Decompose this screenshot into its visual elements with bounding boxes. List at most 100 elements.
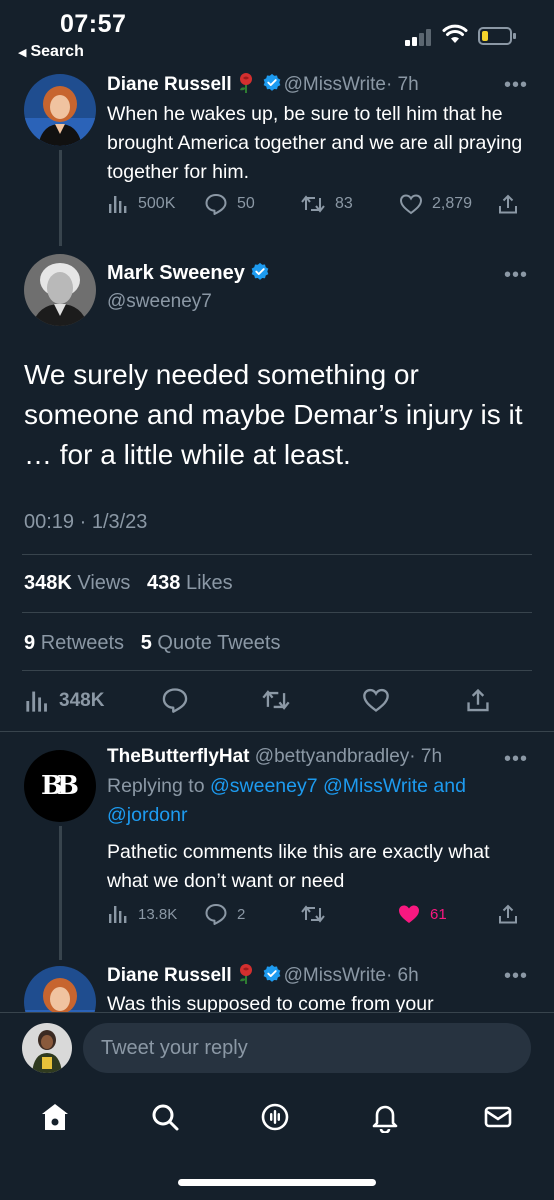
more-options-icon[interactable]: •••	[504, 74, 528, 97]
tweet-age: · 6h	[385, 965, 419, 986]
retweet-icon[interactable]	[261, 687, 291, 713]
main-tweet-timestamp: 00:19 · 1/3/23	[24, 511, 148, 533]
share-button[interactable]	[497, 903, 519, 925]
views-button[interactable]: 500K	[107, 193, 175, 215]
more-options-icon[interactable]: •••	[504, 965, 528, 988]
reply-mentions[interactable]: @sweeney7 @MissWrite and	[210, 775, 466, 797]
tab-search[interactable]	[135, 1100, 195, 1134]
tweet-actions: 500K 50 83 2,879	[107, 193, 527, 219]
avatar-mark-sweeney[interactable]	[24, 254, 96, 326]
retweets-stat-label: Retweets	[40, 632, 125, 654]
views-button[interactable]: 13.8K	[107, 903, 177, 925]
tweet-header: Diane Russell @MissWrite· 7h	[107, 72, 419, 96]
tweet-header: Diane Russell @MissWrite· 6h	[107, 963, 419, 987]
rose-emoji-icon	[239, 73, 252, 93]
rose-emoji-icon	[239, 964, 252, 984]
reply-input[interactable]	[83, 1023, 531, 1073]
views-button[interactable]: 348K	[24, 688, 104, 714]
author-name[interactable]: Diane Russell	[107, 965, 232, 986]
tweet-header: TheButterflyHat @bettyandbradley· 7h	[107, 746, 442, 768]
main-author-handle[interactable]: @sweeney7	[107, 291, 212, 313]
views-icon	[109, 906, 127, 923]
views-stat-label: Views	[77, 572, 131, 594]
replying-to: Replying to @sweeney7 @MissWrite and @jo…	[107, 772, 532, 830]
views-stat[interactable]: 348K Views	[24, 572, 130, 594]
replying-prefix: Replying to	[107, 775, 205, 797]
share-icon[interactable]	[465, 687, 491, 713]
divider	[22, 670, 532, 671]
avatar-thebutterflyhat[interactable]: BB	[24, 750, 96, 822]
reply-icon[interactable]	[161, 687, 189, 713]
reply-mention-more[interactable]: @jordonr	[107, 804, 188, 826]
likes-stat-label: Likes	[185, 572, 233, 594]
likes-count: 61	[430, 905, 447, 923]
divider	[22, 612, 532, 613]
search-icon	[152, 1104, 179, 1131]
main-author-name[interactable]: Mark Sweeney	[107, 262, 272, 285]
tweet-age: · 7h	[409, 746, 443, 767]
likes-stat-count: 438	[147, 572, 181, 594]
likes-stat[interactable]: 438 Likes	[147, 572, 233, 594]
views-icon	[26, 691, 47, 712]
author-handle[interactable]: @MissWrite	[284, 74, 386, 95]
tweet-age: · 7h	[385, 74, 419, 95]
views-likes-stats: 348K Views 438 Likes	[24, 572, 233, 595]
back-to-search[interactable]: ◀ Search	[18, 43, 84, 61]
tab-messages[interactable]	[468, 1100, 528, 1134]
retweets-stat-count: 9	[24, 632, 36, 654]
back-arrow-icon: ◀	[18, 47, 27, 59]
reply-bar	[0, 1012, 554, 1086]
wifi-icon	[442, 24, 468, 43]
reply-icon	[205, 194, 227, 215]
author-handle[interactable]: @MissWrite	[284, 965, 386, 986]
retweet-icon	[301, 905, 325, 923]
retweet-icon	[301, 195, 325, 213]
reply-icon	[205, 904, 227, 925]
main-tweet-actions: 348K	[24, 686, 504, 716]
retweets-stat[interactable]: 9 Retweets	[24, 632, 124, 654]
reply-button[interactable]: 2	[204, 903, 245, 925]
battery-icon	[478, 27, 516, 45]
retweets-count: 83	[335, 195, 353, 212]
like-button-liked[interactable]: 61	[397, 903, 447, 925]
messages-icon	[484, 1106, 512, 1128]
like-button[interactable]: 2,879	[399, 193, 472, 215]
current-user-avatar[interactable]	[22, 1023, 72, 1073]
views-count: 348K	[59, 690, 105, 711]
spaces-icon	[261, 1103, 289, 1131]
views-icon	[109, 196, 127, 213]
tweet-text: Pathetic comments like this are exactly …	[107, 841, 490, 892]
avatar-monogram: BB	[41, 771, 79, 801]
more-options-icon[interactable]: •••	[504, 748, 528, 771]
notifications-icon	[372, 1105, 398, 1133]
tab-home[interactable]	[25, 1100, 85, 1134]
home-indicator[interactable]	[178, 1179, 376, 1186]
heart-icon[interactable]	[362, 687, 390, 713]
share-button[interactable]	[497, 193, 519, 215]
author-name[interactable]: TheButterflyHat	[107, 746, 250, 767]
author-name[interactable]: Diane Russell	[107, 74, 232, 95]
share-icon	[499, 904, 517, 924]
verified-badge-icon	[251, 262, 269, 280]
status-time: 07:57	[60, 10, 127, 38]
retweets-quotes-stats: 9 Retweets 5 Quote Tweets	[24, 632, 280, 655]
tab-notifications[interactable]	[355, 1100, 415, 1134]
quotes-stat-label: Quote Tweets	[157, 632, 281, 654]
tweet-actions: 13.8K 2 61	[107, 903, 527, 929]
tweet-text: When he wakes up, be sure to tell him th…	[107, 103, 523, 183]
heart-filled-icon	[399, 905, 419, 923]
avatar-diane-russell[interactable]	[24, 74, 96, 146]
quotes-stat[interactable]: 5 Quote Tweets	[141, 632, 281, 654]
cellular-signal-icon	[405, 28, 435, 46]
tab-spaces[interactable]	[245, 1100, 305, 1134]
thread-line	[59, 150, 62, 246]
divider	[22, 554, 532, 555]
retweet-button[interactable]: 83	[300, 193, 353, 215]
replies-count: 2	[237, 905, 246, 923]
reply-button[interactable]: 50	[204, 193, 255, 215]
thread-line	[59, 826, 62, 960]
author-handle[interactable]: @bettyandbradley	[255, 746, 410, 767]
replies-count: 50	[237, 195, 255, 212]
more-options-icon[interactable]: •••	[504, 264, 528, 287]
retweet-button[interactable]	[300, 903, 326, 925]
